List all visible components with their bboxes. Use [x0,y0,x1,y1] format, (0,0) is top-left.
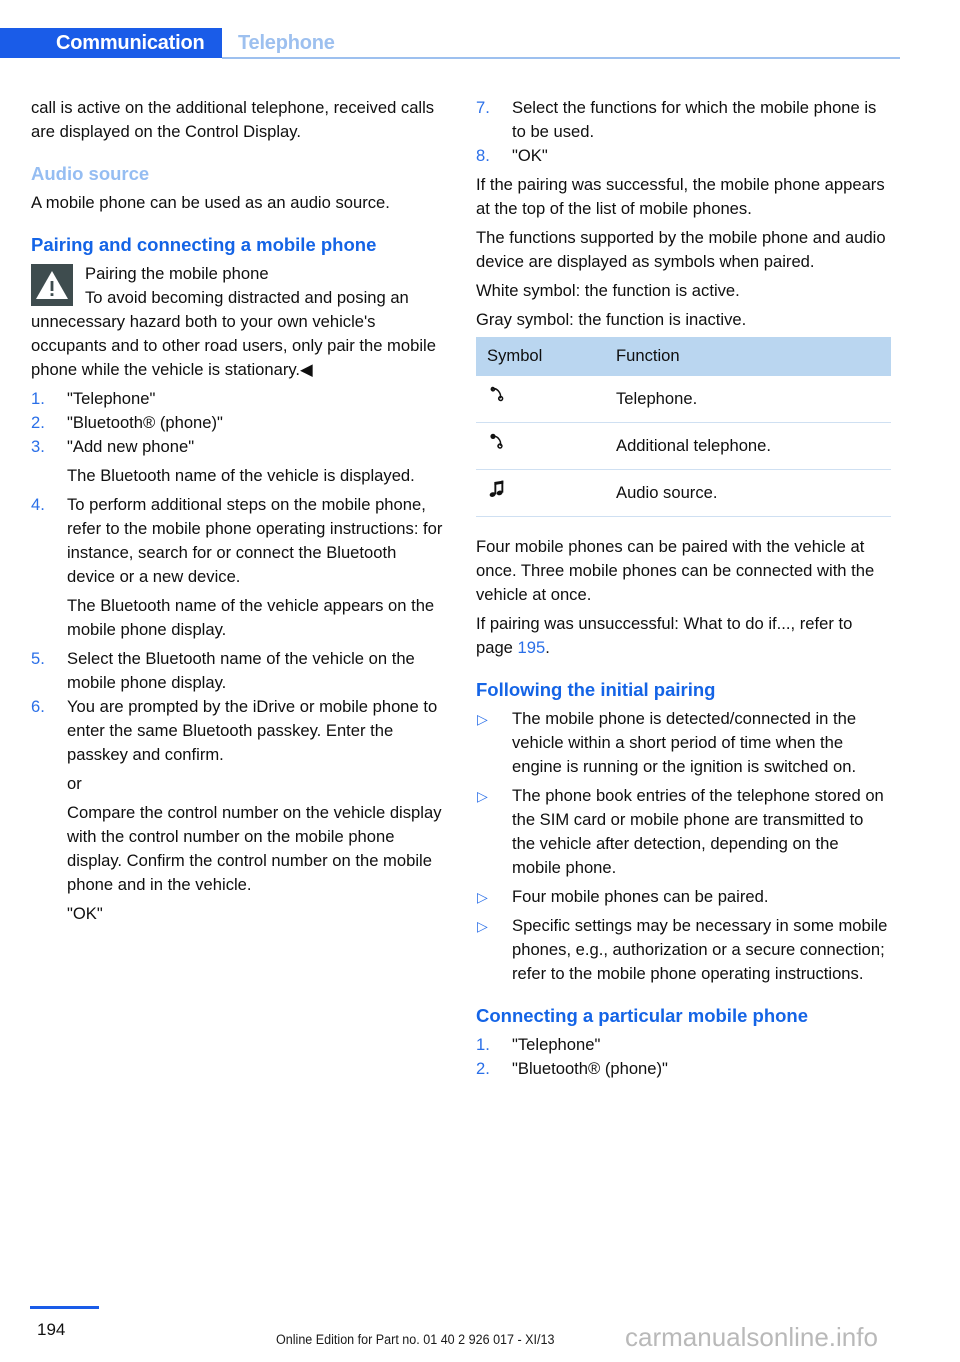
heading-connecting-particular-phone: Connecting a particular mobile phone [476,1005,809,1026]
footer-rule [30,1306,99,1309]
step-text: "Telephone" [512,1035,601,1054]
edition-notice: Online Edition for Part no. 01 40 2 926 … [276,1332,555,1347]
step-number: 4. [31,495,45,514]
following-pairing-bullet-list: ▷ The mobile phone is detected/connected… [476,707,891,986]
list-item: ▷ The mobile phone is detected/connected… [476,707,891,779]
list-item: 1. "Telephone" [476,1033,891,1057]
bullet-text: Four mobile phones can be paired. [512,887,769,906]
step-3-note: The Bluetooth name of the vehicle is dis… [67,466,415,485]
step-text: You are prompted by the iDrive or mobile… [67,697,438,764]
step-text: Select the Bluetooth name of the vehicle… [67,649,415,692]
step-number: 8. [476,146,490,165]
column-header-symbol: Symbol [476,337,605,376]
audio-source-paragraph: A mobile phone can be used as an audio s… [31,193,390,212]
step-text: "Telephone" [67,389,156,408]
table-row: Additional telephone. [476,422,891,470]
triangle-bullet-icon: ▷ [477,711,488,727]
symbol-function-table: Symbol Function Telephone. Additional te… [476,337,891,517]
paragraph-gray-symbol: Gray symbol: the function is inactive. [476,310,747,329]
step-number: 5. [31,649,45,668]
warning-title: Pairing the mobile phone [85,264,269,283]
list-item: ▷ Specific settings may be necessary in … [476,914,891,986]
warning-body-text: To avoid becoming distracted and posing … [31,288,436,379]
heading-following-initial-pairing: Following the initial pairing [476,679,716,700]
table-cell-function: Audio source. [605,469,891,517]
step-text: "Bluetooth® (phone)" [512,1059,668,1078]
bullet-text: The phone book entries of the telephone … [512,786,884,877]
step-6-alternative: Compare the control number on the vehicl… [67,803,442,894]
page-footer: 194 Online Edition for Part no. 01 40 2 … [0,1296,960,1362]
list-item: 2. "Bluetooth® (phone)" [31,411,446,435]
step-number: 2. [31,413,45,432]
table-cell-function: Additional telephone. [605,422,891,470]
step-number: 7. [476,98,490,117]
list-item: 8. "OK" [476,144,891,168]
warning-triangle-icon [31,264,73,306]
step-6-or: or [67,774,82,793]
step-number: 1. [31,389,45,408]
pairing-steps-list: 1. "Telephone" 2. "Bluetooth® (phone)" 3… [31,387,446,926]
list-item: ▷ Four mobile phones can be paired. [476,885,891,909]
step-6-ok: "OK" [67,904,103,923]
pairing-steps-continued-list: 7. Select the functions for which the mo… [476,96,891,168]
list-item: 3. "Add new phone" [31,435,446,459]
music-note-icon [476,469,605,517]
right-column: 7. Select the functions for which the mo… [476,96,891,1081]
step-number: 3. [31,437,45,456]
step-number: 2. [476,1059,490,1078]
telephone-handset-outline-icon [476,376,605,423]
table-cell-function: Telephone. [605,376,891,423]
paragraph-pairing-success: If the pairing was successful, the mobil… [476,175,885,218]
intro-paragraph: call is active on the additional telepho… [31,98,435,141]
list-item: 1. "Telephone" [31,387,446,411]
step-number: 6. [31,697,45,716]
list-item: 2. "Bluetooth® (phone)" [476,1057,891,1081]
heading-audio-source: Audio source [31,163,150,184]
step-text: To perform additional steps on the mobil… [67,495,443,586]
step-text: "Add new phone" [67,437,195,456]
unsuccessful-suffix: . [545,638,550,657]
paragraph-symbols-displayed: The functions supported by the mobile ph… [476,228,886,271]
triangle-bullet-icon: ▷ [477,918,488,934]
triangle-bullet-icon: ▷ [477,788,488,804]
paragraph-four-phones: Four mobile phones can be paired with th… [476,537,875,604]
list-item: 6. You are prompted by the iDrive or mob… [31,695,446,767]
warning-notice: Pairing the mobile phone To avoid becomi… [31,262,446,382]
step-number: 1. [476,1035,490,1054]
column-header-function: Function [605,337,891,376]
step-text: Select the functions for which the mobil… [512,98,877,141]
list-item: 5. Select the Bluetooth name of the vehi… [31,647,446,695]
step-4-note: The Bluetooth name of the vehicle appear… [67,596,435,639]
header-underline [222,57,900,59]
paragraph-white-symbol: White symbol: the function is active. [476,281,740,300]
warning-body: To avoid becoming distracted and posing … [31,286,446,382]
bullet-text: Specific settings may be necessary in so… [512,916,888,983]
triangle-bullet-icon: ▷ [477,889,488,905]
table-header-row: Symbol Function [476,337,891,376]
page-header: Communication Telephone [0,0,960,62]
table-row: Audio source. [476,469,891,517]
left-column: call is active on the additional telepho… [31,96,446,926]
step-text: "OK" [512,146,548,165]
table-row: Telephone. [476,376,891,423]
tab-telephone-label[interactable]: Telephone [238,32,335,55]
connecting-steps-list: 1. "Telephone" 2. "Bluetooth® (phone)" [476,1033,891,1081]
heading-pairing-connecting: Pairing and connecting a mobile phone [31,234,377,255]
paragraph-unsuccessful-pairing: If pairing was unsuccessful: What to do … [476,612,891,660]
bullet-text: The mobile phone is detected/connected i… [512,709,857,776]
list-item: 4. To perform additional steps on the mo… [31,493,446,589]
page-reference-link[interactable]: 195 [518,638,546,657]
step-text: "Bluetooth® (phone)" [67,413,223,432]
site-watermark: carmanualsonline.info [625,1322,878,1352]
tab-communication-label: Communication [56,32,205,54]
list-item: 7. Select the functions for which the mo… [476,96,891,144]
page-number: 194 [37,1320,66,1339]
additional-telephone-handset-icon [476,422,605,470]
list-item: ▷ The phone book entries of the telephon… [476,784,891,880]
